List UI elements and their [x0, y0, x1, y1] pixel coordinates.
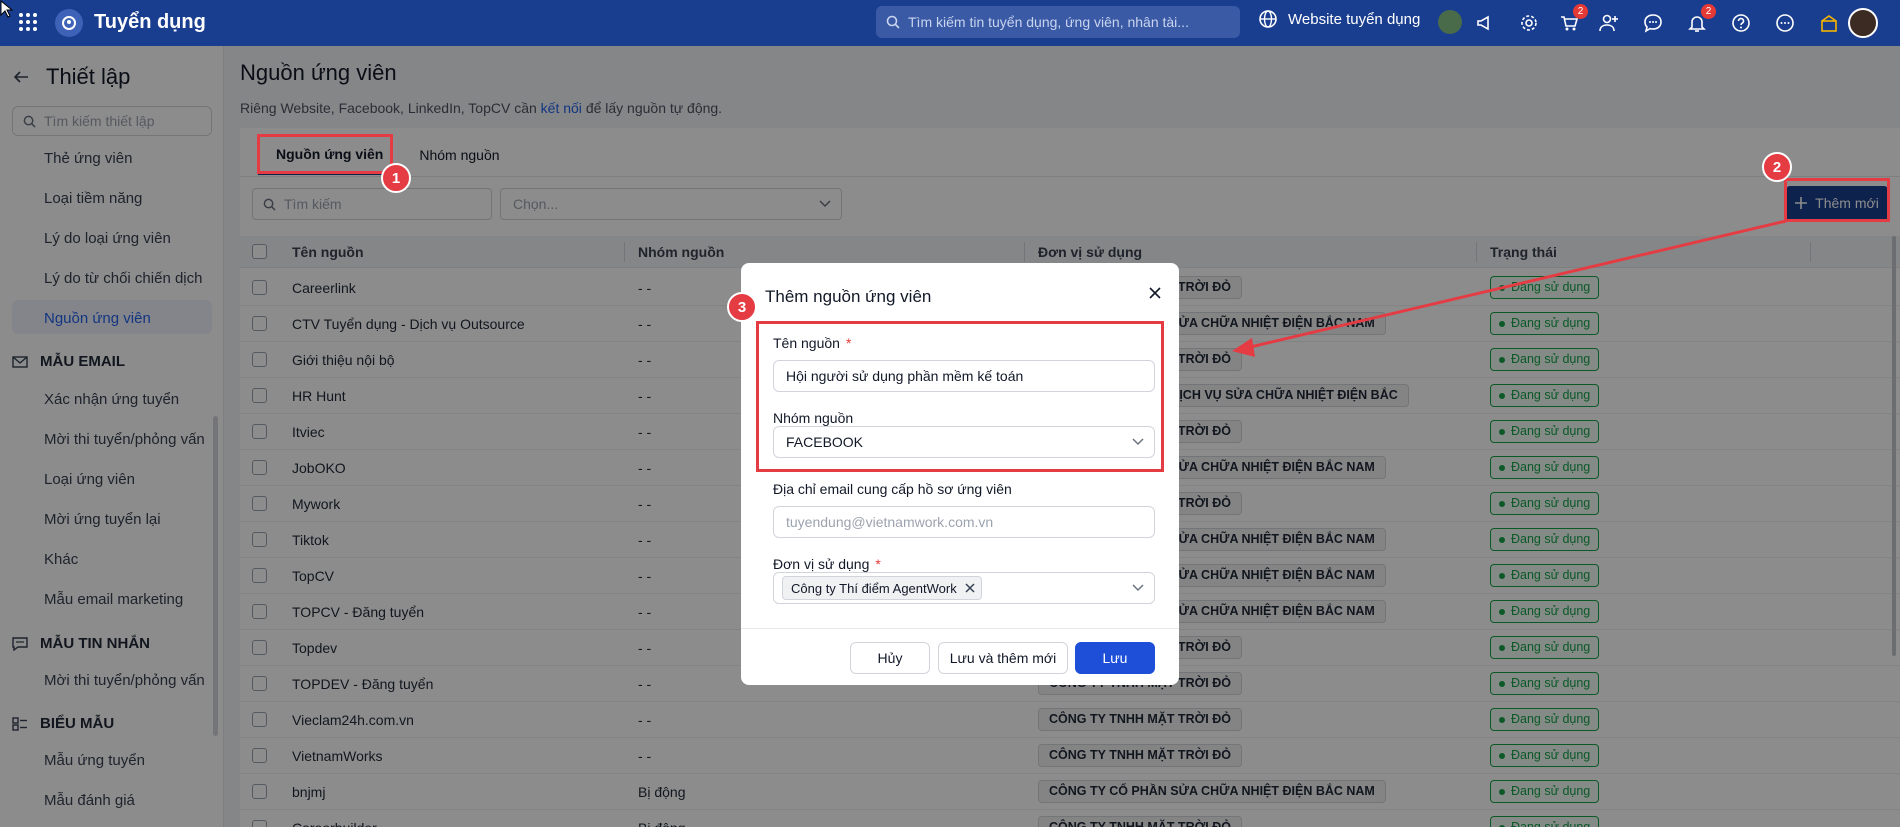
mouse-cursor-icon — [0, 0, 14, 18]
annotation-arrow — [1232, 219, 1787, 357]
